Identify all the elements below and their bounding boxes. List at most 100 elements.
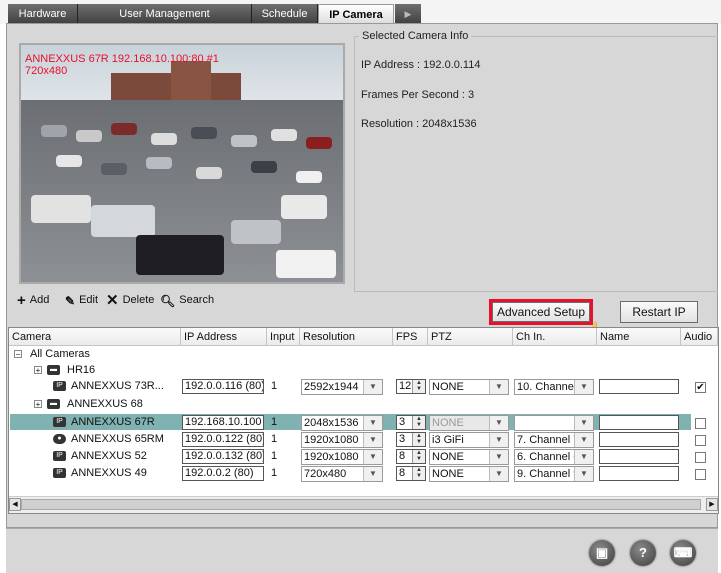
col-header-camera[interactable]: Camera	[9, 328, 181, 346]
col-header-audio[interactable]: Audio	[681, 328, 718, 346]
resolution-select[interactable]: 1920x1080 ▼	[301, 432, 383, 448]
stepper-arrows-icon: ▲ ▼	[412, 450, 425, 463]
fps-stepper[interactable]: 8 ▲ ▼	[396, 449, 426, 464]
save-button[interactable]: ▣	[589, 540, 615, 566]
scrollbar-thumb[interactable]	[21, 499, 701, 510]
camera-grid: Camera IP Address Input Resolution FPS P…	[8, 327, 719, 514]
horizontal-scrollbar[interactable]: ◀ ▶	[9, 496, 718, 513]
tab-hardware[interactable]: Hardware	[8, 4, 78, 24]
fps-stepper[interactable]: 12 ▲ ▼	[396, 379, 426, 394]
info-resolution: Resolution : 2048x1536	[361, 118, 477, 130]
col-header-ch-in[interactable]: Ch In.	[513, 328, 597, 346]
resolution-value: 2048x1536	[304, 417, 359, 429]
camera-name[interactable]: ANNEXXUS 52	[71, 448, 147, 464]
channel-select[interactable]: 7. Channel 7 ▼	[514, 432, 594, 448]
scroll-left-icon[interactable]: ◀	[9, 498, 21, 511]
col-header-ptz[interactable]: PTZ	[428, 328, 513, 346]
resolution-value: 720x480	[304, 468, 347, 480]
resolution-select[interactable]: 720x480 ▼	[301, 466, 383, 482]
fps-value: 3	[399, 416, 406, 428]
camera-name-field[interactable]	[599, 432, 679, 447]
search-icon: 🔍︎	[160, 294, 176, 308]
nvr-icon: ▬	[47, 399, 60, 409]
channel-select[interactable]: 10. Channel ▼	[514, 379, 594, 395]
preview-overlay-camera-label: ANNEXXUS 67R 192.168.10.100:80 #1	[25, 53, 219, 65]
chevron-down-icon: ▼	[363, 433, 382, 447]
info-fps: Frames Per Second : 3	[361, 89, 475, 101]
advanced-setup-highlight	[489, 299, 593, 325]
ip-address-field[interactable]: 192.0.0.122 (80)	[182, 432, 264, 447]
selected-camera-info: Selected Camera Info IP Address : 192.0.…	[354, 30, 718, 292]
camera-name[interactable]: ANNEXXUS 49	[71, 465, 147, 481]
preview-car	[271, 129, 297, 141]
chevron-down-icon: ▼	[363, 380, 382, 394]
fps-value: 12	[399, 380, 412, 392]
tree-group-annexxus-68[interactable]: ANNEXXUS 68	[67, 396, 143, 412]
ptz-select[interactable]: NONE ▼	[429, 379, 509, 395]
delete-label: Delete	[122, 294, 155, 306]
selected-camera-info-legend: Selected Camera Info	[362, 30, 469, 42]
channel-select[interactable]: ▼	[514, 415, 594, 431]
expand-hr16-icon[interactable]: +	[34, 366, 42, 375]
col-header-resolution[interactable]: Resolution	[300, 328, 393, 346]
ip-address-field[interactable]: 192.0.0.116 (80)	[182, 379, 264, 394]
preview-car	[146, 157, 172, 169]
camera-name[interactable]: ANNEXXUS 73R...	[71, 378, 164, 394]
restart-ip-button[interactable]: Restart IP	[620, 301, 698, 323]
audio-checkbox[interactable]	[695, 452, 706, 463]
preview-car	[281, 195, 327, 219]
fps-stepper[interactable]: 3 ▲ ▼	[396, 432, 426, 447]
resolution-select[interactable]: 2048x1536 ▼	[301, 415, 383, 431]
tab-scroll-right-icon[interactable]: ▶	[395, 4, 421, 24]
ptz-value: NONE	[432, 381, 464, 393]
resolution-select[interactable]: 2592x1944 ▼	[301, 379, 383, 395]
ip-address-field[interactable]: 192.168.10.100 (80	[182, 415, 264, 430]
preview-car	[111, 123, 137, 135]
tab-user-management[interactable]: User Management	[78, 4, 252, 24]
add-button[interactable]: + Add	[17, 292, 49, 309]
camera-name[interactable]: ANNEXXUS 67R	[71, 414, 155, 430]
channel-select[interactable]: 6. Channel 6 ▼	[514, 449, 594, 465]
camera-name-field[interactable]	[599, 449, 679, 464]
col-header-name[interactable]: Name	[597, 328, 681, 346]
collapse-all-cameras-icon[interactable]: −	[14, 350, 22, 359]
ptz-select[interactable]: NONE ▼	[429, 415, 509, 431]
audio-checkbox[interactable]	[695, 469, 706, 480]
camera-name-field[interactable]	[599, 415, 679, 430]
col-header-input[interactable]: Input	[267, 328, 300, 346]
tree-group-hr16[interactable]: HR16	[67, 362, 95, 378]
audio-checkbox[interactable]	[695, 418, 706, 429]
ip-camera-icon: IP	[53, 451, 66, 461]
audio-checkbox[interactable]: ✔	[695, 382, 706, 393]
search-button[interactable]: 🔍︎ Search	[160, 292, 214, 308]
camera-name-field[interactable]	[599, 466, 679, 481]
edit-button[interactable]: ✎ Edit	[65, 292, 98, 308]
ptz-select[interactable]: NONE ▼	[429, 449, 509, 465]
help-button[interactable]: ?	[630, 540, 656, 566]
channel-select[interactable]: 9. Channel 9 ▼	[514, 466, 594, 482]
audio-checkbox[interactable]	[695, 435, 706, 446]
fps-stepper[interactable]: 3 ▲ ▼	[396, 415, 426, 430]
ip-address-field[interactable]: 192.0.0.132 (80)	[182, 449, 264, 464]
scroll-right-icon[interactable]: ▶	[706, 498, 718, 511]
camera-name[interactable]: ANNEXXUS 65RM	[71, 431, 164, 447]
resolution-select[interactable]: 1920x1080 ▼	[301, 449, 383, 465]
delete-button[interactable]: ✕ Delete	[106, 292, 155, 309]
keyboard-button[interactable]: ⌨	[670, 540, 696, 566]
tab-schedule[interactable]: Schedule	[252, 4, 318, 24]
tab-bar: Hardware User Management Schedule IP Cam…	[0, 0, 721, 24]
ip-address-field[interactable]: 192.0.0.2 (80)	[182, 466, 264, 481]
tab-ip-camera[interactable]: IP Camera	[318, 4, 394, 24]
tree-root-all-cameras[interactable]: All Cameras	[30, 346, 90, 362]
col-header-ip-address[interactable]: IP Address	[181, 328, 267, 346]
preview-car	[296, 171, 322, 183]
ptz-select[interactable]: NONE ▼	[429, 466, 509, 482]
chevron-down-icon: ▼	[489, 450, 508, 464]
preview-car	[31, 195, 91, 223]
camera-name-field[interactable]	[599, 379, 679, 394]
channel-value: 9. Channel 9	[517, 468, 580, 480]
ptz-select[interactable]: i3 GiFi ▼	[429, 432, 509, 448]
fps-stepper[interactable]: 8 ▲ ▼	[396, 466, 426, 481]
col-header-fps[interactable]: FPS	[393, 328, 428, 346]
expand-annexxus-68-icon[interactable]: +	[34, 400, 42, 409]
